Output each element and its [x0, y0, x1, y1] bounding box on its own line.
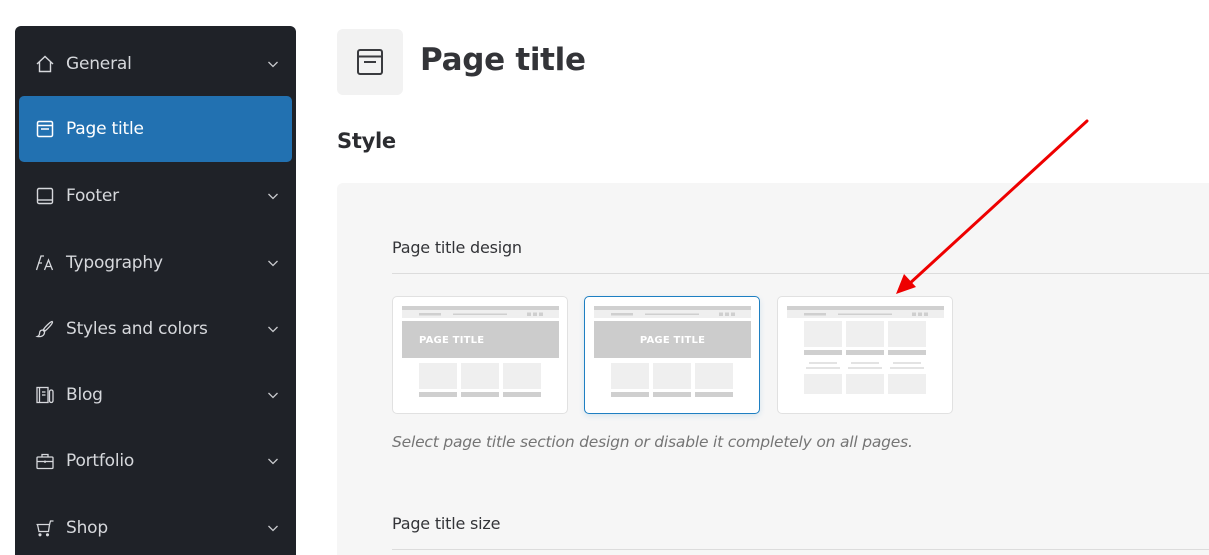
sidebar-item-general[interactable]: General	[19, 31, 292, 97]
thumbnail-left-aligned: PAGE TITLE	[402, 306, 559, 397]
page-title: Page title	[420, 42, 586, 78]
thumbnail-title-text: PAGE TITLE	[419, 335, 484, 346]
sidebar-item-shop[interactable]: Shop	[19, 495, 292, 555]
home-icon	[35, 54, 55, 74]
sidebar-item-portfolio[interactable]: Portfolio	[19, 428, 292, 494]
divider	[392, 549, 1209, 550]
blog-icon	[35, 385, 55, 405]
field-label-page-title-size: Page title size	[392, 514, 501, 533]
sidebar-item-label: Typography	[66, 253, 163, 273]
chevron-down-icon	[268, 392, 278, 399]
page-title-icon	[35, 119, 55, 139]
sidebar-item-blog[interactable]: Blog	[19, 362, 292, 428]
footer-icon	[35, 186, 55, 206]
sidebar-item-label: Footer	[66, 186, 119, 206]
chevron-down-icon	[268, 260, 278, 267]
page-title-icon	[357, 49, 383, 75]
design-help-text: Select page title section design or disa…	[392, 433, 913, 451]
header-icon-box	[337, 29, 403, 95]
sidebar-item-styles-and-colors[interactable]: Styles and colors	[19, 296, 292, 362]
chevron-down-icon	[268, 458, 278, 465]
design-option-disabled[interactable]	[777, 296, 953, 414]
thumbnail-centered: PAGE TITLE	[594, 306, 751, 397]
chevron-down-icon	[268, 525, 278, 532]
divider	[392, 273, 1209, 274]
chevron-down-icon	[268, 326, 278, 333]
field-label-page-title-design: Page title design	[392, 238, 522, 257]
briefcase-icon	[35, 451, 55, 471]
sidebar-item-label: General	[66, 54, 132, 74]
section-title-style: Style	[337, 129, 396, 153]
sidebar-item-label: Page title	[66, 119, 144, 139]
thumbnail-title-text: PAGE TITLE	[640, 335, 705, 346]
chevron-down-icon	[268, 61, 278, 68]
typography-icon	[35, 253, 55, 273]
brush-icon	[35, 319, 55, 339]
cart-icon	[35, 518, 55, 538]
sidebar-item-label: Blog	[66, 385, 103, 405]
design-option-left-aligned[interactable]: PAGE TITLE	[392, 296, 568, 414]
sidebar-item-page-title[interactable]: Page title	[19, 96, 292, 162]
sidebar-item-typography[interactable]: Typography	[19, 230, 292, 296]
thumbnail-disabled	[787, 306, 944, 394]
sidebar-item-label: Shop	[66, 518, 108, 538]
sidebar-item-footer[interactable]: Footer	[19, 163, 292, 229]
design-option-centered[interactable]: PAGE TITLE	[584, 296, 760, 414]
settings-sidebar: General Page title Footer Typography Sty…	[15, 26, 296, 555]
chevron-down-icon	[268, 193, 278, 200]
sidebar-item-label: Styles and colors	[66, 319, 208, 339]
sidebar-item-label: Portfolio	[66, 451, 135, 471]
